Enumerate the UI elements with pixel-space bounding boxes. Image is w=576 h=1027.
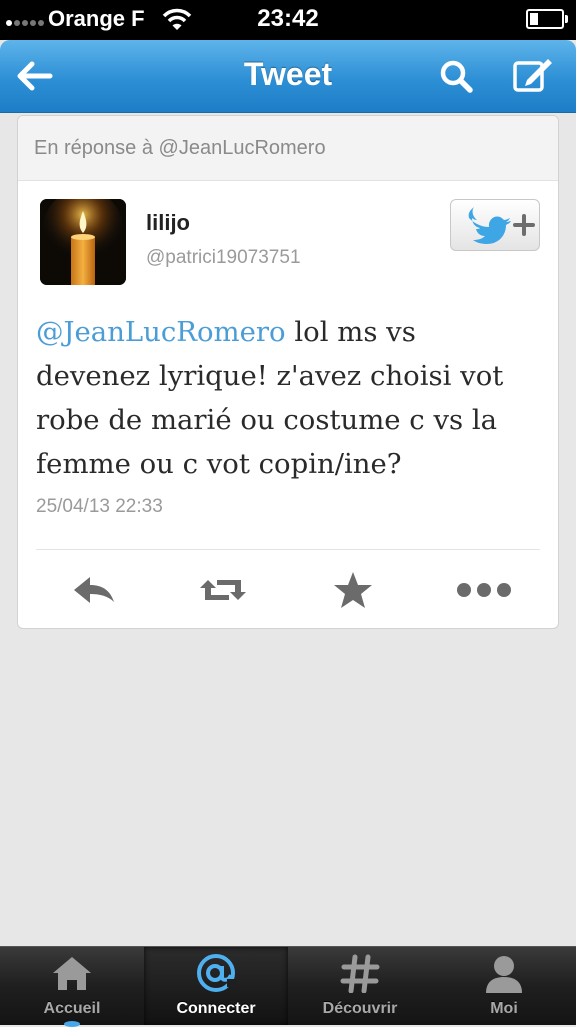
avatar[interactable] — [40, 199, 126, 285]
tab-discover[interactable]: Découvrir — [288, 947, 432, 1025]
compose-icon[interactable] — [510, 54, 554, 98]
hashtag-icon — [340, 954, 380, 993]
tab-connect[interactable]: Connecter — [144, 947, 288, 1025]
tweet-text: @JeanLucRomero lol ms vs devenez lyrique… — [36, 310, 536, 486]
at-icon — [197, 954, 237, 992]
divider — [36, 549, 540, 550]
reply-context[interactable]: En réponse à @JeanLucRomero — [18, 116, 558, 181]
status-bar: Orange F 23:42 — [0, 0, 576, 40]
tab-bar: Accueil Connecter Découvrir Moi — [0, 946, 576, 1027]
more-options-icon[interactable] — [454, 568, 514, 612]
tweet-timestamp: 25/04/13 22:33 — [36, 496, 163, 517]
status-time: 23:42 — [257, 5, 319, 32]
unread-dot — [64, 1021, 80, 1027]
person-icon — [486, 956, 522, 993]
search-icon[interactable] — [434, 54, 478, 98]
battery-icon — [526, 9, 568, 29]
favorite-star-icon[interactable] — [329, 568, 377, 612]
candle-image — [40, 199, 126, 285]
tab-label: Découvrir — [322, 1000, 398, 1017]
tab-label: Connecter — [176, 1000, 256, 1017]
author-handle[interactable]: @patrici19073751 — [146, 247, 301, 269]
page-title: Tweet — [243, 56, 333, 92]
tab-home[interactable]: Accueil — [0, 947, 144, 1027]
follow-button[interactable] — [450, 199, 540, 251]
mention-link[interactable]: @JeanLucRomero — [36, 316, 286, 348]
tab-label: Moi — [490, 1000, 518, 1017]
tweet-card: En réponse à @JeanLucRomero lilijo @patr… — [17, 115, 559, 629]
twitter-bird-plus-icon — [468, 207, 535, 244]
reply-icon[interactable] — [70, 568, 118, 612]
tab-me[interactable]: Moi — [432, 947, 576, 1025]
tab-label: Accueil — [43, 1000, 101, 1017]
home-icon — [53, 957, 91, 990]
retweet-icon[interactable] — [199, 568, 247, 612]
nav-bar: Tweet — [0, 40, 576, 113]
author-name[interactable]: lilijo — [146, 210, 190, 236]
